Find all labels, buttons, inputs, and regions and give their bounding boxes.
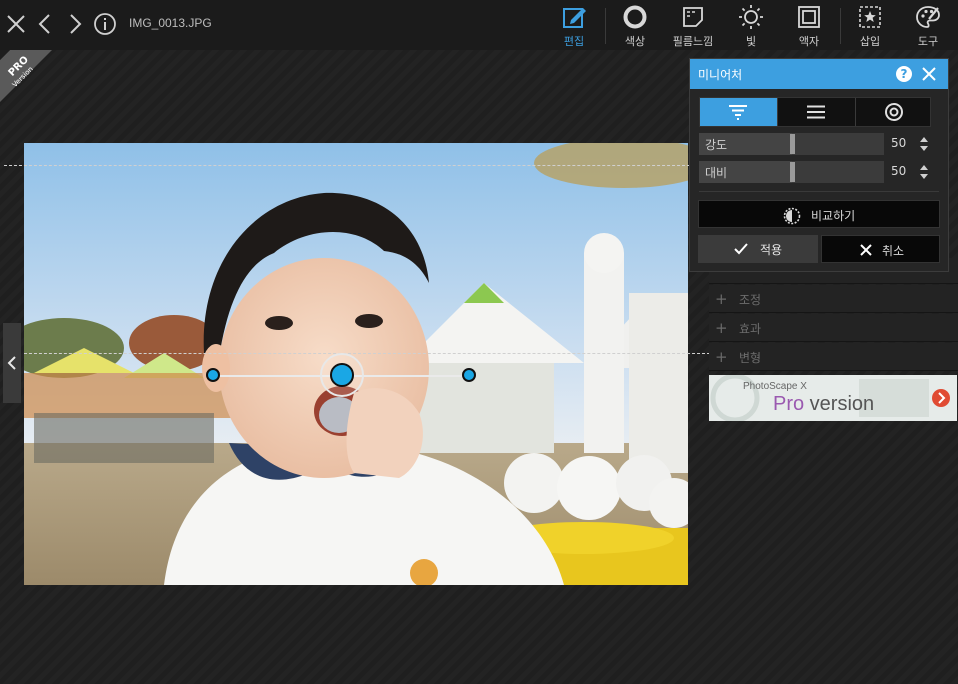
top-toolbar: IMG_0013.JPG 편집 색상 필름느낌 빛 액자 삽입 도구 xyxy=(0,0,958,50)
slider-knob[interactable] xyxy=(789,134,795,154)
tool-frame[interactable]: 액자 xyxy=(781,4,837,48)
frame-icon xyxy=(798,6,820,28)
contrast-spinner[interactable] xyxy=(919,163,929,181)
apply-button[interactable]: 적용 xyxy=(698,235,818,263)
info-icon[interactable] xyxy=(93,12,117,36)
film-icon xyxy=(683,7,703,27)
tool-label: 색상 xyxy=(624,35,646,48)
strength-spinner[interactable] xyxy=(919,135,929,153)
next-arrow-icon[interactable] xyxy=(62,12,86,36)
cancel-label: 취소 xyxy=(882,244,905,258)
edit-icon xyxy=(563,8,586,28)
side-section-transform[interactable]: + 변형 xyxy=(709,343,958,371)
tool-film[interactable]: 필름느낌 xyxy=(665,4,721,48)
side-section-effects[interactable]: + 효과 xyxy=(709,314,958,342)
mode-horizontal[interactable] xyxy=(778,98,855,126)
insert-star-icon xyxy=(859,6,881,28)
side-section-label: 변형 xyxy=(739,351,762,365)
banner-title: Pro version xyxy=(773,393,874,416)
toolbar-separator xyxy=(605,8,606,44)
plus-icon: + xyxy=(715,290,728,308)
toolbar-separator xyxy=(840,8,841,44)
apply-label: 적용 xyxy=(760,243,783,257)
pro-version-badge[interactable]: PRO Version xyxy=(0,50,52,102)
panel-toggle-left[interactable] xyxy=(3,323,21,403)
miniature-mode-tabs xyxy=(699,97,931,127)
cancel-button[interactable]: 취소 xyxy=(821,235,940,263)
focus-rotate-handle-right[interactable] xyxy=(462,368,476,382)
close-icon xyxy=(922,67,936,81)
close-icon[interactable] xyxy=(4,12,28,36)
compare-button[interactable]: 비교하기 xyxy=(698,200,940,228)
tool-label: 필름느낌 xyxy=(672,35,714,48)
radial-icon xyxy=(885,103,903,121)
tool-label: 삽입 xyxy=(859,35,881,48)
focus-guide-top[interactable] xyxy=(4,165,690,166)
close-icon xyxy=(860,244,872,256)
tool-label: 편집 xyxy=(563,35,585,48)
dialog-close-button[interactable] xyxy=(920,65,938,83)
side-section-label: 효과 xyxy=(739,322,762,336)
dialog-divider xyxy=(699,191,939,192)
previous-arrow-icon[interactable] xyxy=(34,12,58,36)
dialog-title: 미니어처 xyxy=(698,68,743,82)
side-section-adjust[interactable]: + 조정 xyxy=(709,285,958,313)
contrast-label: 대비 xyxy=(705,166,728,180)
compare-icon xyxy=(783,207,801,225)
miniature-dialog: 미니어처 ? 강도 50 대비 50 비교하기 적용 취소 xyxy=(689,58,949,272)
side-section-label: 조정 xyxy=(739,293,762,307)
banner-pro: Pro xyxy=(773,393,805,415)
pro-version-banner[interactable]: PhotoScape X Pro version xyxy=(709,375,957,421)
banner-version: version xyxy=(804,393,875,415)
strength-label: 강도 xyxy=(705,138,728,152)
contrast-value[interactable]: 50 xyxy=(891,164,906,178)
spinner-arrows-icon xyxy=(920,165,928,179)
contrast-slider-row: 대비 50 xyxy=(699,161,931,183)
tool-tools[interactable]: 도구 xyxy=(900,4,956,48)
strength-slider-row: 강도 50 xyxy=(699,133,931,155)
focus-guide-bottom[interactable] xyxy=(24,353,710,354)
palette-tools-icon xyxy=(916,6,940,28)
light-sun-icon xyxy=(739,5,763,29)
tool-label: 도구 xyxy=(917,35,939,48)
spinner-arrows-icon xyxy=(920,137,928,151)
slider-knob[interactable] xyxy=(789,162,795,182)
compare-label: 비교하기 xyxy=(811,209,856,223)
help-button[interactable]: ? xyxy=(896,66,912,82)
chevron-right-icon xyxy=(932,389,950,407)
plus-icon: + xyxy=(715,348,728,366)
mode-linear[interactable] xyxy=(700,98,777,126)
horizontal-lines-icon xyxy=(807,105,825,119)
banner-brand: PhotoScape X xyxy=(743,381,807,392)
focus-center-handle[interactable] xyxy=(330,363,354,387)
focus-rotate-handle-left[interactable] xyxy=(206,368,220,382)
chevron-left-icon xyxy=(7,356,16,370)
color-circle-icon xyxy=(623,5,647,29)
mode-radial[interactable] xyxy=(856,98,933,126)
tool-label: 액자 xyxy=(798,35,820,48)
plus-icon: + xyxy=(715,319,728,337)
tool-label: 빛 xyxy=(745,35,757,48)
dialog-header[interactable]: 미니어처 ? xyxy=(690,59,948,89)
tool-insert[interactable]: 삽입 xyxy=(842,4,898,48)
tool-light[interactable]: 빛 xyxy=(723,4,779,48)
strength-value[interactable]: 50 xyxy=(891,136,906,150)
tool-color[interactable]: 색상 xyxy=(607,4,663,48)
tool-edit[interactable]: 편집 xyxy=(546,4,602,48)
check-icon xyxy=(734,243,748,255)
file-name: IMG_0013.JPG xyxy=(129,16,212,30)
linear-icon xyxy=(729,105,747,120)
